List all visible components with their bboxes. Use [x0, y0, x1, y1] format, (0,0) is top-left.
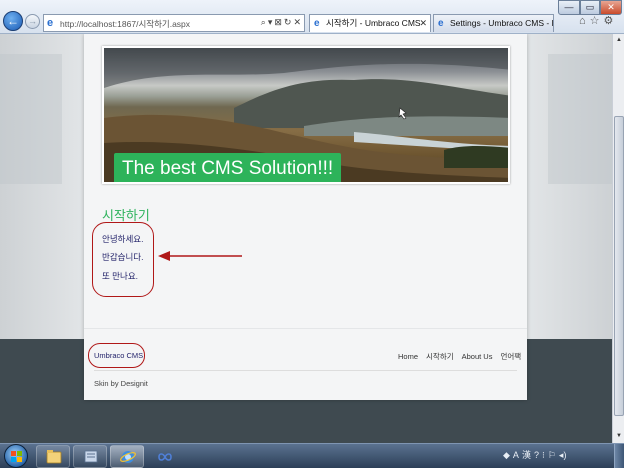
tray-help-icon[interactable]: ?: [534, 450, 539, 460]
scroll-down-arrow-icon[interactable]: ▼: [614, 431, 624, 442]
infinity-app-icon: [158, 453, 172, 461]
tray-volume-icon[interactable]: ◂): [559, 450, 567, 460]
annotation-oval-content: [92, 222, 154, 297]
footer-credit: Skin by Designit: [94, 379, 148, 388]
tray-flag-icon[interactable]: ⚐: [548, 450, 556, 460]
footer-divider: [94, 370, 517, 371]
address-tools: ⌕ ▾ ⊠ ↻ ✕: [259, 17, 301, 28]
vertical-scrollbar[interactable]: ▲ ▼: [612, 34, 624, 443]
page-viewport: The best CMS Solution!!! 시작하기 안녕하세요. 반갑습…: [0, 34, 612, 443]
forward-button[interactable]: →: [25, 14, 40, 29]
scrollbar-thumb[interactable]: [614, 116, 624, 416]
content-container: The best CMS Solution!!! 시작하기 안녕하세요. 반갑습…: [84, 34, 527, 400]
footer-link-home[interactable]: Home: [398, 352, 418, 361]
annotation-oval-footer: [88, 343, 145, 368]
tray-options-icon[interactable]: ⁝: [542, 450, 545, 460]
tray-ime-language-icon[interactable]: A: [513, 450, 519, 460]
scroll-up-arrow-icon[interactable]: ▲: [614, 35, 624, 46]
system-tray: ◆ A 漢? ⁝ ⚐ ◂): [503, 448, 569, 461]
ie-tab-icon: e: [314, 18, 320, 29]
back-button[interactable]: ←: [3, 11, 23, 31]
internet-explorer-icon: [120, 451, 136, 463]
windows-taskbar: ◆ A 漢? ⁝ ⚐ ◂): [0, 443, 624, 468]
footer-link-about-us[interactable]: About Us: [462, 352, 493, 361]
maximize-button[interactable]: ▭: [580, 0, 600, 15]
taskbar-library[interactable]: [73, 445, 107, 468]
start-button[interactable]: [4, 444, 28, 468]
tray-network-icon[interactable]: ◆: [503, 450, 510, 460]
close-tab-icon[interactable]: ✕: [419, 15, 427, 32]
stop-icon[interactable]: ✕: [293, 17, 301, 27]
taskbar-explorer[interactable]: [36, 445, 70, 468]
home-icon[interactable]: ⌂: [579, 15, 586, 27]
ie-page-icon: e: [47, 17, 54, 29]
taskbar-internet-explorer[interactable]: [110, 445, 144, 468]
close-window-button[interactable]: ✕: [600, 0, 622, 15]
address-url[interactable]: http://localhost:1867/시작하기.aspx: [60, 18, 190, 30]
command-icons: ⌂ ☆ ⚙: [579, 14, 617, 27]
footer-link-language-pack[interactable]: 언어팩: [500, 352, 521, 361]
banner-caption: The best CMS Solution!!!: [114, 153, 342, 182]
address-bar[interactable]: e http://localhost:1867/시작하기.aspx ⌕ ▾ ⊠ ↻ ✕: [43, 14, 305, 32]
background-panel-left: [0, 54, 62, 184]
footer-divider-top: [84, 328, 527, 329]
annotation-arrow: [158, 251, 242, 261]
favorites-icon[interactable]: ☆: [590, 15, 600, 27]
search-icon[interactable]: ⌕: [261, 17, 266, 27]
browser-chrome: — ▭ ✕ ← → e http://localhost:1867/시작하기.a…: [0, 0, 624, 34]
background-panel-right: [548, 54, 612, 184]
tab-getting-started[interactable]: e 시작하기 - Umbraco CMS ✕: [309, 14, 431, 32]
header-banner-image: The best CMS Solution!!!: [102, 46, 510, 184]
library-icon: [84, 450, 98, 463]
tab-label: Settings - Umbraco CMS - lo...: [450, 18, 554, 28]
footer-nav: Home 시작하기 About Us 언어팩: [398, 351, 529, 362]
tray-hanja-icon[interactable]: 漢: [522, 450, 531, 460]
folder-icon: [46, 450, 62, 464]
taskbar-app[interactable]: [147, 445, 181, 468]
footer-link-getting-started[interactable]: 시작하기: [426, 352, 454, 361]
compatibility-view-icon[interactable]: ⊠: [274, 17, 282, 27]
tab-settings[interactable]: e Settings - Umbraco CMS - lo...: [433, 14, 554, 32]
show-desktop-button[interactable]: [614, 444, 624, 468]
tools-gear-icon[interactable]: ⚙: [604, 15, 614, 27]
dropdown-arrow-icon[interactable]: ▾: [268, 17, 273, 27]
windows-flag-icon: [11, 451, 22, 462]
minimize-button[interactable]: —: [558, 0, 580, 15]
refresh-icon[interactable]: ↻: [284, 17, 292, 27]
tab-label: 시작하기 - Umbraco CMS: [326, 18, 421, 28]
ie-tab-icon: e: [438, 18, 444, 29]
